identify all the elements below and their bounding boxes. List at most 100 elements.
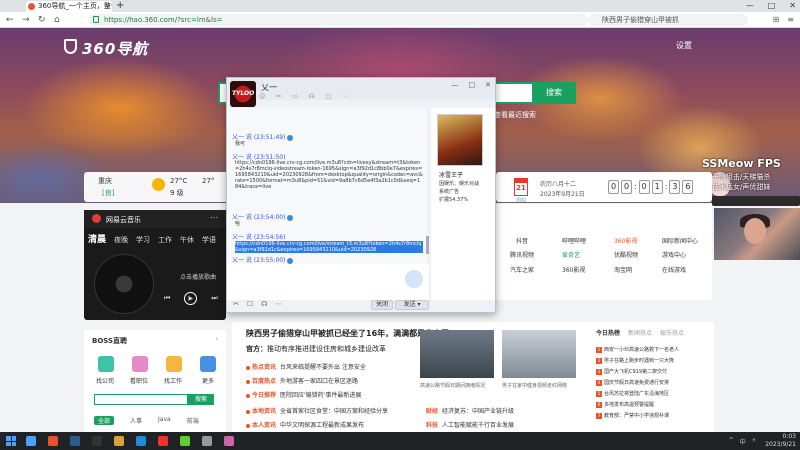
chat-tool-icon[interactable]: ☊ <box>309 93 314 100</box>
site-link[interactable]: 优酷视频 <box>614 250 638 259</box>
screenshot-icon[interactable]: ✂ <box>233 300 239 308</box>
extensions-icon[interactable]: ⊞ <box>773 14 780 26</box>
chat-tool-icon[interactable]: ▢ <box>325 93 331 100</box>
boss-search-input[interactable] <box>94 394 188 405</box>
boss-tag[interactable]: Java <box>158 416 171 425</box>
music-tab[interactable]: 午休 <box>180 235 194 245</box>
app-icon[interactable] <box>202 436 212 446</box>
folder-icon[interactable] <box>114 436 124 446</box>
news-image[interactable] <box>502 330 576 378</box>
qq-icon[interactable] <box>136 436 146 446</box>
site-link[interactable]: 360影视 <box>562 265 585 274</box>
chat-minimize-button[interactable]: — <box>452 81 459 89</box>
windows-start-icon[interactable] <box>6 436 16 446</box>
site-link[interactable]: 抖音 <box>516 236 528 245</box>
music-tab[interactable]: 夜晚 <box>114 235 128 245</box>
message-link-selected[interactable]: https://cdn0196-live.crv-cg.com/live/str… <box>235 241 423 253</box>
hot-row[interactable]: 1 西安一小伙高速公路救下一名老人 <box>596 346 679 353</box>
minimize-button[interactable]: — <box>746 0 754 12</box>
app-icon[interactable] <box>92 436 102 446</box>
boss-tag[interactable]: 人事 <box>130 416 142 425</box>
message-text[interactable]: 我可 <box>235 141 423 147</box>
news-item[interactable]: 热点资讯 台风来临提醒不要外出 注意安全 <box>246 362 366 371</box>
news-item[interactable]: 本地资讯 全省首家社区食堂：中国方案和经验分享 <box>246 406 388 415</box>
next-icon[interactable]: ⏭ <box>211 294 217 303</box>
main-search-button[interactable]: 搜索 <box>532 82 576 104</box>
hot-tab[interactable]: 今日热榜 <box>596 328 620 337</box>
weather-widget[interactable]: 重庆 [良] 27°C 9 级 27° <box>84 172 230 202</box>
site-link[interactable]: 哔哩哔哩 <box>562 236 586 245</box>
boss-tag[interactable]: 全部 <box>94 416 115 425</box>
forward-button[interactable]: → <box>22 14 30 26</box>
chat-tool-icon[interactable]: ⋯ <box>342 93 348 100</box>
chevron-right-icon[interactable]: › <box>215 335 218 343</box>
hot-row[interactable]: 5 台风苏拉将登陆广东沿海地区 <box>596 390 669 397</box>
music-tab[interactable]: 学语 <box>202 235 216 245</box>
more-apps-icon[interactable] <box>200 356 216 372</box>
menu-icon[interactable]: ≡ <box>787 14 794 26</box>
music-tab[interactable]: 工作 <box>158 235 172 245</box>
find-work-icon[interactable] <box>166 356 182 372</box>
browser-tab[interactable]: 360导航_一个主页，整个世界 × <box>26 1 112 12</box>
close-button[interactable]: ✕ <box>789 0 796 12</box>
music-tab[interactable]: 学习 <box>136 235 150 245</box>
chat-scrollbar[interactable] <box>426 236 429 254</box>
search-hint[interactable]: 查看最近搜索 <box>494 110 536 120</box>
chat-tool-icon[interactable]: ▭ <box>292 93 298 100</box>
news-subheadline[interactable]: 官方：推动有序推进建设住房和城乡建设改革 <box>246 344 386 354</box>
news-item[interactable]: 科技 人工智能赋能千行百业发展 <box>426 420 514 429</box>
clock[interactable]: 0:03 2023/9/21 <box>765 433 796 449</box>
power-icon[interactable]: ⚡ <box>752 437 756 446</box>
url-input[interactable]: https://hao.360.com/?src=lm&ls= <box>88 14 588 26</box>
game-poster[interactable] <box>437 114 483 166</box>
site-link[interactable]: 腾讯视频 <box>510 250 534 259</box>
hot-row[interactable]: 7 教育部：严禁中小学违规补课 <box>596 412 669 419</box>
site-link[interactable]: 爱奇艺 <box>562 250 580 259</box>
chrome-icon[interactable] <box>48 436 58 446</box>
file-icon[interactable]: ☐ <box>247 300 253 308</box>
message-link[interactable]: https://cdn0196-live.crv-cg.com/live.m3u… <box>235 160 423 210</box>
chat-close-button[interactable]: 关闭 <box>371 300 393 310</box>
company-icon[interactable] <box>98 356 114 372</box>
steam-icon[interactable] <box>70 436 80 446</box>
news-item[interactable]: 本人资讯 中华文明探源工程最新成果发布 <box>246 420 364 429</box>
maximize-button[interactable]: □ <box>768 0 776 12</box>
obs-icon[interactable] <box>224 436 234 446</box>
news-image[interactable] <box>420 330 494 378</box>
news-item[interactable]: 今日推荐 医院回应'输错药'事件最新进展 <box>246 390 361 399</box>
hot-row[interactable]: 2 男子在路上跑步时遇到一只大熊 <box>596 357 674 364</box>
new-tab-button[interactable]: + <box>116 0 124 12</box>
ime-icon[interactable]: 中 <box>740 437 746 446</box>
netease-icon[interactable] <box>158 436 168 446</box>
site-link[interactable]: 游戏中心 <box>662 250 686 259</box>
hot-row[interactable]: 3 国产大飞机C919第二架交付 <box>596 368 667 375</box>
jobs-icon[interactable] <box>132 356 148 372</box>
search-icon[interactable] <box>26 436 36 446</box>
chat-message-area[interactable]: 乂一 说 (23:51:49) 我可 乂一 说 (23:51:50) https… <box>227 108 427 264</box>
reload-button[interactable]: ↻ <box>38 14 46 26</box>
wechat-icon[interactable] <box>180 436 190 446</box>
tray-icon[interactable]: ^ <box>729 437 734 446</box>
hot-tab[interactable]: 新闻热点 <box>628 328 652 337</box>
tab-close-icon[interactable]: × <box>104 1 110 12</box>
settings-link[interactable]: 设置 <box>676 40 692 51</box>
chat-send-button[interactable]: 发送 ▾ <box>395 300 429 310</box>
microphone-icon[interactable] <box>405 270 423 288</box>
site-link[interactable]: 在线游戏 <box>662 265 686 274</box>
hot-row[interactable]: 4 国庆节假日高速免费通行安排 <box>596 379 669 386</box>
site-link[interactable]: 360影视 <box>614 236 637 245</box>
boss-title[interactable]: BOSS直聘 <box>92 336 127 346</box>
chat-avatar[interactable]: TYLOO <box>230 81 256 107</box>
hot-row[interactable]: 6 多地发布高温预警提醒 <box>596 401 654 408</box>
game-title[interactable]: 冰雪王子 <box>439 170 463 179</box>
site-logo[interactable]: 360导航 <box>82 38 148 59</box>
site-link[interactable]: 淘宝网 <box>614 265 632 274</box>
message-text[interactable]: 哈 <box>235 221 423 227</box>
chat-input[interactable] <box>227 264 429 300</box>
chat-close-icon[interactable]: ✕ <box>485 81 491 89</box>
browser-search-input[interactable]: 陕西男子偷猎穿山甲被抓 <box>588 14 748 26</box>
chat-maximize-button[interactable]: □ <box>469 81 476 89</box>
back-button[interactable]: ← <box>6 14 14 26</box>
news-item[interactable]: 百度热点 外地游客一家四口在景区迷路 <box>246 376 358 385</box>
chat-tool-icon[interactable]: ✂ <box>276 93 281 100</box>
